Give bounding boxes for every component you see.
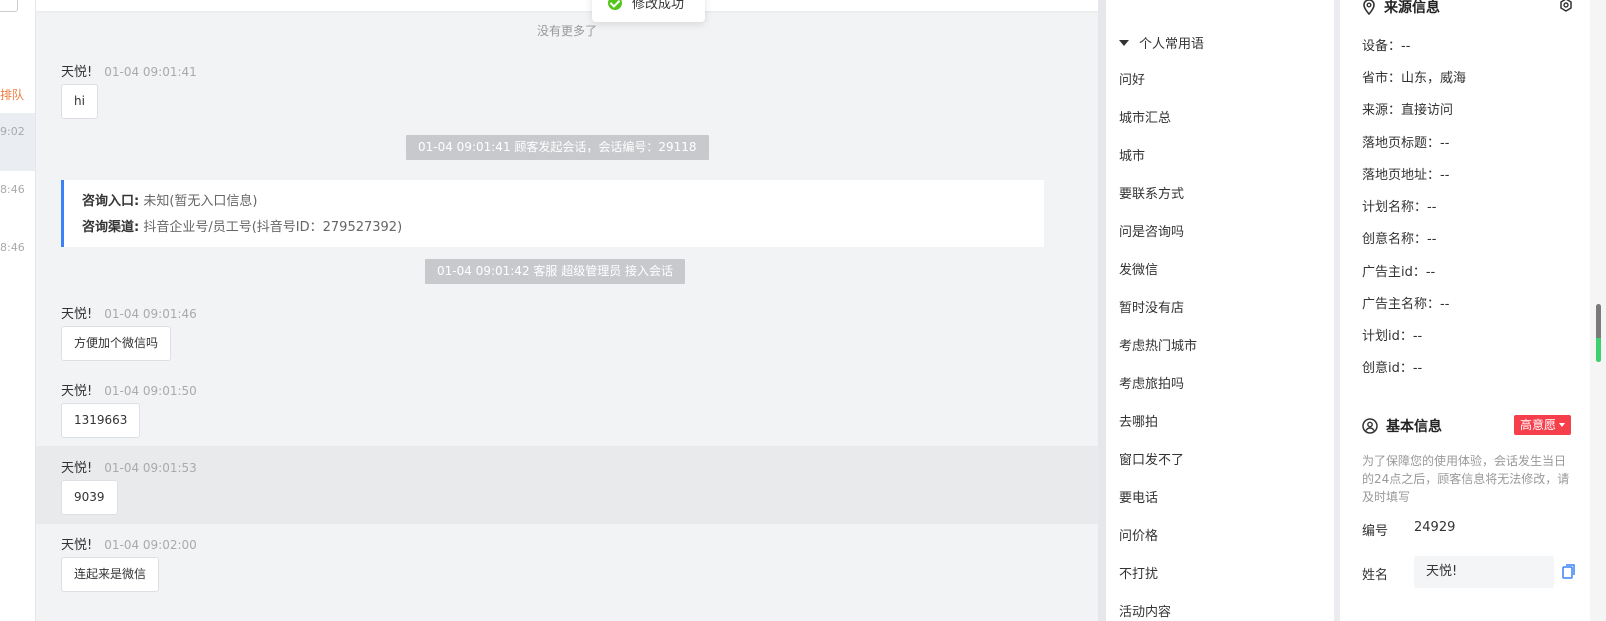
channel-line: 咨询渠道: 抖音企业号/员工号(抖音号ID：279527392) <box>82 216 402 235</box>
caret-down-icon <box>1559 423 1566 427</box>
chat-message: 天悦! 01-04 09:01:50 1319663 <box>36 377 1098 447</box>
filter-input[interactable] <box>0 0 18 12</box>
info-scrollbar[interactable] <box>1590 0 1606 621</box>
channel-value: 抖音企业号/员工号(抖音号ID：279527392) <box>143 220 403 235</box>
sender-name: 天悦! <box>61 65 93 80</box>
no-more-label: 没有更多了 <box>536 24 597 38</box>
chat-message: 天悦! 01-04 09:01:41 hi <box>36 58 1098 122</box>
copy-icon[interactable] <box>1562 564 1576 579</box>
system-note: 01-04 09:01:42 客服 超级管理员 接入会话 <box>425 259 686 284</box>
message-meta: 天悦! 01-04 09:01:41 <box>61 61 197 80</box>
phrase-item[interactable]: 考虑旅拍吗 <box>1119 373 1184 392</box>
conversation-time: 8:46 <box>0 241 25 254</box>
intent-dropdown[interactable]: 高意愿 <box>1514 415 1572 435</box>
landing-page-url: 落地页地址：-- <box>1362 168 1450 183</box>
phrases-group-title: 个人常用语 <box>1139 37 1205 52</box>
plan-name: 计划名称：-- <box>1362 200 1437 215</box>
id-value: 24929 <box>1414 520 1456 535</box>
name-field[interactable]: 天悦! <box>1414 556 1554 588</box>
creative-id: 创意id：-- <box>1362 361 1423 376</box>
phrase-item[interactable]: 城市汇总 <box>1119 107 1171 126</box>
name-label: 姓名 <box>1362 568 1389 583</box>
id-label: 编号 <box>1362 524 1389 539</box>
plan-id: 计划id：-- <box>1362 329 1423 344</box>
chat-message: 天悦! 01-04 09:01:53 9039 <box>36 446 1098 524</box>
toast-text: 修改成功 <box>632 0 685 12</box>
phrase-item[interactable]: 城市 <box>1119 145 1145 164</box>
phrase-item[interactable]: 活动内容 <box>1119 601 1171 620</box>
advertiser-name: 广告主名称：-- <box>1362 297 1450 312</box>
message-time: 01-04 09:01:53 <box>104 461 197 475</box>
message-bubble: hi <box>61 84 98 119</box>
settings-icon[interactable] <box>1558 0 1574 13</box>
basic-info-label: 基本信息 <box>1386 419 1442 435</box>
chat-area: 没有更多了 天悦! 01-04 09:01:41 hi 01-04 09:01:4… <box>36 0 1098 621</box>
scrollbar-thumb-accent <box>1596 338 1601 362</box>
message-time: 01-04 09:01:46 <box>104 307 197 321</box>
message-time: 01-04 09:02:00 <box>104 538 197 552</box>
sender-name: 天悦! <box>61 461 93 476</box>
source-origin: 来源：直接访问 <box>1362 103 1454 118</box>
location-pin-icon <box>1363 0 1375 16</box>
phrase-item[interactable]: 窗口发不了 <box>1119 449 1184 468</box>
success-toast: 修改成功 <box>592 0 705 22</box>
conversation-item[interactable]: 9:02 <box>0 113 35 171</box>
source-info-label: 来源信息 <box>1384 0 1440 16</box>
message-meta: 天悦! 01-04 09:01:50 <box>61 380 197 399</box>
user-circle-icon <box>1362 418 1378 434</box>
conversation-time: 8:46 <box>0 183 25 196</box>
system-note: 01-04 09:01:41 顾客发起会话，会话编号：29118 <box>406 135 709 160</box>
phrases-group-header[interactable]: 个人常用语 <box>1119 33 1204 52</box>
caret-down-icon <box>1119 40 1129 46</box>
message-time: 01-04 09:01:41 <box>104 65 197 79</box>
chat-topbar <box>36 0 1098 11</box>
chat-message: 天悦! 01-04 09:01:46 方便加个微信吗 <box>36 300 1098 370</box>
message-time: 01-04 09:01:50 <box>104 384 197 398</box>
phrase-item[interactable]: 不打扰 <box>1119 563 1158 582</box>
advertiser-id: 广告主id：-- <box>1362 265 1436 280</box>
entry-value: 未知(暂无入口信息) <box>143 194 258 209</box>
message-bubble: 方便加个微信吗 <box>61 326 172 361</box>
message-meta: 天悦! 01-04 09:02:00 <box>61 534 197 553</box>
phrase-item[interactable]: 要电话 <box>1119 487 1158 506</box>
conversation-item[interactable]: 8:46 <box>0 171 35 229</box>
message-meta: 天悦! 01-04 09:01:46 <box>61 303 197 322</box>
customer-info-panel: 来源信息 设备：-- 省市：山东，威海 来源：直接访问 落地页标题：-- 落地页… <box>1340 0 1590 621</box>
chat-scrollbar[interactable] <box>1098 0 1106 621</box>
chat-message: 天悦! 01-04 09:02:00 连起来是微信 <box>36 531 1098 601</box>
sender-name: 天悦! <box>61 307 93 322</box>
source-device: 设备：-- <box>1362 39 1411 54</box>
channel-label: 咨询渠道: <box>82 220 140 235</box>
intent-value: 高意愿 <box>1520 418 1557 432</box>
phrase-item[interactable]: 发微信 <box>1119 259 1158 278</box>
phrase-item[interactable]: 问价格 <box>1119 525 1158 544</box>
phrase-item[interactable]: 考虑热门城市 <box>1119 335 1197 354</box>
basic-info-title: 基本信息 <box>1362 416 1442 436</box>
conversation-time: 9:02 <box>0 125 25 138</box>
queue-tab[interactable]: 排队 <box>0 86 24 103</box>
phrase-item[interactable]: 暂时没有店 <box>1119 297 1184 316</box>
check-circle-icon <box>608 0 622 10</box>
message-bubble: 1319663 <box>61 403 141 438</box>
source-info-title: 来源信息 <box>1362 0 1440 17</box>
phrases-panel: 个人常用语 问好 城市汇总 城市 要联系方式 问是咨询吗 发微信 暂时没有店 考… <box>1106 0 1334 621</box>
phrase-item[interactable]: 去哪拍 <box>1119 411 1158 430</box>
landing-page-title: 落地页标题：-- <box>1362 136 1450 151</box>
phrase-item[interactable]: 要联系方式 <box>1119 183 1184 202</box>
sender-name: 天悦! <box>61 384 93 399</box>
creative-name: 创意名称：-- <box>1362 232 1437 247</box>
edit-notice: 为了保障您的使用体验，会话发生当日的24点之后，顾客信息将无法修改，请及时填写 <box>1362 454 1570 504</box>
entry-label: 咨询入口: <box>82 194 140 209</box>
source-province: 省市：山东，威海 <box>1362 71 1467 86</box>
conversation-list: 排队 9:02 8:46 8:46 <box>0 0 36 621</box>
message-bubble: 9039 <box>61 480 118 515</box>
entry-line: 咨询入口: 未知(暂无入口信息) <box>82 190 258 209</box>
message-bubble: 连起来是微信 <box>61 557 160 592</box>
phrase-item[interactable]: 问好 <box>1119 69 1145 88</box>
message-meta: 天悦! 01-04 09:01:53 <box>61 457 197 476</box>
sender-name: 天悦! <box>61 538 93 553</box>
conversation-item[interactable]: 8:46 <box>0 229 35 287</box>
entry-info-card: 咨询入口: 未知(暂无入口信息) 咨询渠道: 抖音企业号/员工号(抖音号ID：2… <box>61 180 1044 247</box>
phrase-item[interactable]: 问是咨询吗 <box>1119 221 1184 240</box>
